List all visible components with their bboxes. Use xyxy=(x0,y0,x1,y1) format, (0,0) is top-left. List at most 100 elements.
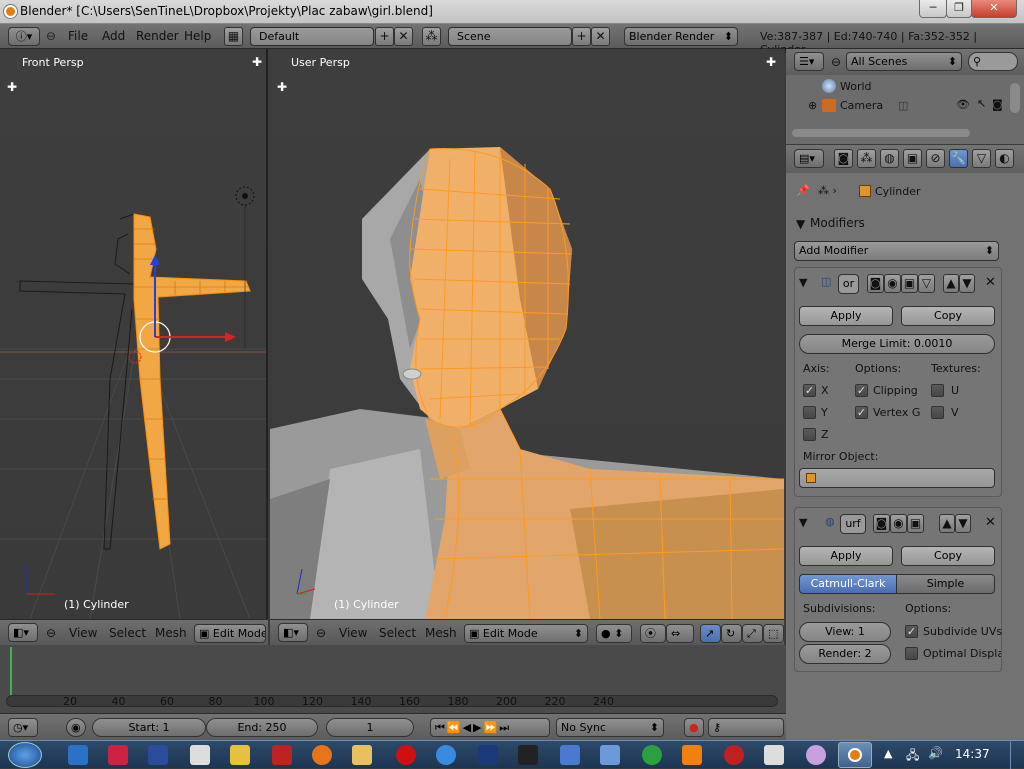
tab-render-icon[interactable]: ◙ xyxy=(834,149,853,168)
tray-arrow-icon[interactable]: ▲ xyxy=(884,747,892,760)
filezilla-icon[interactable] xyxy=(272,745,292,765)
mirror-copy-button[interactable]: Copy xyxy=(901,306,995,326)
user-mode-dropdown[interactable]: ▣ Edit Mode ⬍ xyxy=(464,624,588,643)
close-button[interactable]: ✕ xyxy=(971,0,1017,18)
user-menu-select[interactable]: Select xyxy=(379,626,416,640)
catmull-clark-button[interactable]: Catmull-Clark xyxy=(799,574,897,594)
mirror-collapse-icon[interactable]: ▼ xyxy=(799,276,807,289)
tab-object-icon[interactable]: ▣ xyxy=(903,149,922,168)
render-levels-field[interactable]: Render: 2 xyxy=(799,644,891,664)
subsurf-move-down-icon[interactable]: ▼ xyxy=(955,514,971,533)
subsurf-render-icon[interactable]: ◙ xyxy=(873,514,890,533)
scene-remove-icon[interactable]: ✕ xyxy=(591,27,610,46)
outliner-h-scrollbar[interactable] xyxy=(792,129,970,137)
outliner-scrollbar[interactable] xyxy=(1010,83,1020,113)
minimize-button[interactable]: ─ xyxy=(919,0,947,18)
subsurf-move-up-icon[interactable]: ▲ xyxy=(939,514,955,533)
user-menu-view[interactable]: View xyxy=(339,626,367,640)
subdivide-uvs-checkbox[interactable]: ✓ xyxy=(905,625,918,638)
subsurf-name-field[interactable]: urf xyxy=(840,514,866,534)
timeline-editor-type-button[interactable]: ◷▾ xyxy=(8,718,38,737)
subsurf-remove-icon[interactable]: ✕ xyxy=(985,515,996,530)
vlc-icon[interactable] xyxy=(682,745,702,765)
taskbar-app-icon[interactable] xyxy=(190,745,210,765)
sync-dropdown[interactable]: No Sync ⬍ xyxy=(556,718,664,737)
timeline[interactable]: 20 40 60 80 100 120 140 160 180 200 220 240 xyxy=(0,645,786,713)
outliner-collapse-icon[interactable]: ⊖ xyxy=(831,55,841,69)
taskbar-app-icon[interactable] xyxy=(600,745,620,765)
outliner-editor-type-button[interactable]: ☰▾ xyxy=(794,52,824,71)
playback-controls[interactable]: ⏮⏪◀▶⏩⏭ xyxy=(430,718,550,737)
user-toolshelf-toggle-icon[interactable]: ✚ xyxy=(277,80,287,94)
user-collapse-icon[interactable]: ⊖ xyxy=(316,626,326,640)
scenes-dropdown[interactable]: All Scenes ⬍ xyxy=(846,52,962,71)
taskbar-app-icon[interactable] xyxy=(148,745,168,765)
mirror-move-down-icon[interactable]: ▼ xyxy=(959,274,975,293)
current-frame-indicator[interactable] xyxy=(10,647,12,697)
taskbar-app-icon[interactable] xyxy=(724,745,744,765)
axis-y-checkbox[interactable] xyxy=(803,406,816,419)
user-menu-mesh[interactable]: Mesh xyxy=(425,626,457,640)
texture-v-checkbox[interactable] xyxy=(931,406,944,419)
outliner-search-input[interactable]: ⚲ xyxy=(968,52,1018,71)
taskbar-clock[interactable]: 14:37 xyxy=(955,747,990,761)
utorrent-icon[interactable] xyxy=(642,745,662,765)
mirror-apply-button[interactable]: Apply xyxy=(799,306,893,326)
front-menu-select[interactable]: Select xyxy=(109,626,146,640)
outliner-item-world[interactable]: World xyxy=(840,80,872,93)
end-frame-field[interactable]: End: 250 xyxy=(206,718,318,737)
front-menu-view[interactable]: View xyxy=(69,626,97,640)
mirror-cage-icon[interactable]: ▽ xyxy=(918,274,935,293)
ie-icon[interactable] xyxy=(436,745,456,765)
editor-type-button[interactable]: ⓘ▾ xyxy=(8,27,40,46)
volume-icon[interactable]: 🔊 xyxy=(928,746,943,760)
screen-layout-icon[interactable]: ▦ xyxy=(224,27,243,46)
mirror-editmode-icon[interactable]: ▣ xyxy=(901,274,918,293)
tab-data-icon[interactable]: ▽ xyxy=(972,149,991,168)
keying-set-field[interactable]: ⚷ xyxy=(708,718,784,737)
outliner-item-camera[interactable]: Camera xyxy=(840,99,883,112)
view-levels-field[interactable]: View: 1 xyxy=(799,622,891,642)
taskbar-app-icon[interactable] xyxy=(560,745,580,765)
taskbar-app-icon[interactable] xyxy=(764,745,784,765)
menu-render[interactable]: Render xyxy=(136,29,179,43)
shading-dropdown[interactable]: ● ⬍ xyxy=(596,624,632,643)
firefox-icon[interactable] xyxy=(312,745,332,765)
merge-limit-field[interactable]: Merge Limit: 0.0010 xyxy=(799,334,995,354)
menu-file[interactable]: File xyxy=(68,29,88,43)
subsurf-copy-button[interactable]: Copy xyxy=(901,546,995,566)
timeline-view-icon[interactable]: ◉ xyxy=(66,718,86,737)
explorer-icon[interactable] xyxy=(352,745,372,765)
taskbar-app-icon[interactable] xyxy=(518,745,538,765)
pin-icon[interactable]: 📌 xyxy=(796,184,810,197)
simple-button[interactable]: Simple xyxy=(896,574,995,594)
record-button[interactable]: ● xyxy=(684,718,704,737)
vertex-group-checkbox[interactable]: ✓ xyxy=(855,406,868,419)
subsurf-collapse-icon[interactable]: ▼ xyxy=(799,516,807,529)
mirror-remove-icon[interactable]: ✕ xyxy=(985,275,996,290)
translate-manipulator-button[interactable]: ↗ xyxy=(700,624,721,643)
mirror-render-icon[interactable]: ◙ xyxy=(867,274,884,293)
start-frame-field[interactable]: Start: 1 xyxy=(92,718,206,737)
viewport-front[interactable]: Front Persp ✚ ✚ (1) Cylinder xyxy=(0,49,268,619)
tab-modifiers-icon[interactable]: 🔧 xyxy=(949,149,968,168)
clipping-checkbox[interactable]: ✓ xyxy=(855,384,868,397)
photoshop-icon[interactable] xyxy=(478,745,498,765)
expand-icon[interactable]: ⊕ xyxy=(808,99,817,112)
tab-material-icon[interactable]: ◐ xyxy=(995,149,1014,168)
taskbar-app-icon[interactable] xyxy=(806,745,826,765)
tab-constraints-icon[interactable]: ⊘ xyxy=(926,149,945,168)
taskbar-app-icon[interactable] xyxy=(68,745,88,765)
subsurf-editmode-icon[interactable]: ▣ xyxy=(907,514,924,533)
front-viewport-expand-icon[interactable]: ✚ xyxy=(252,55,262,69)
texture-u-checkbox[interactable] xyxy=(931,384,944,397)
pivot-dropdown[interactable]: ⦿ xyxy=(640,624,666,643)
render-camera-icon[interactable]: ◙ xyxy=(992,98,1003,111)
scale-manipulator-button[interactable]: ⤢ xyxy=(742,624,763,643)
front-collapse-icon[interactable]: ⊖ xyxy=(46,626,56,640)
user-editor-type-button[interactable]: ◧▾ xyxy=(278,623,308,642)
layout-field[interactable]: Default xyxy=(250,27,374,46)
add-modifier-dropdown[interactable]: Add Modifier ⬍ xyxy=(794,241,999,261)
collapse-menu-icon[interactable]: ⊖ xyxy=(46,29,56,43)
subsurf-apply-button[interactable]: Apply xyxy=(799,546,893,566)
